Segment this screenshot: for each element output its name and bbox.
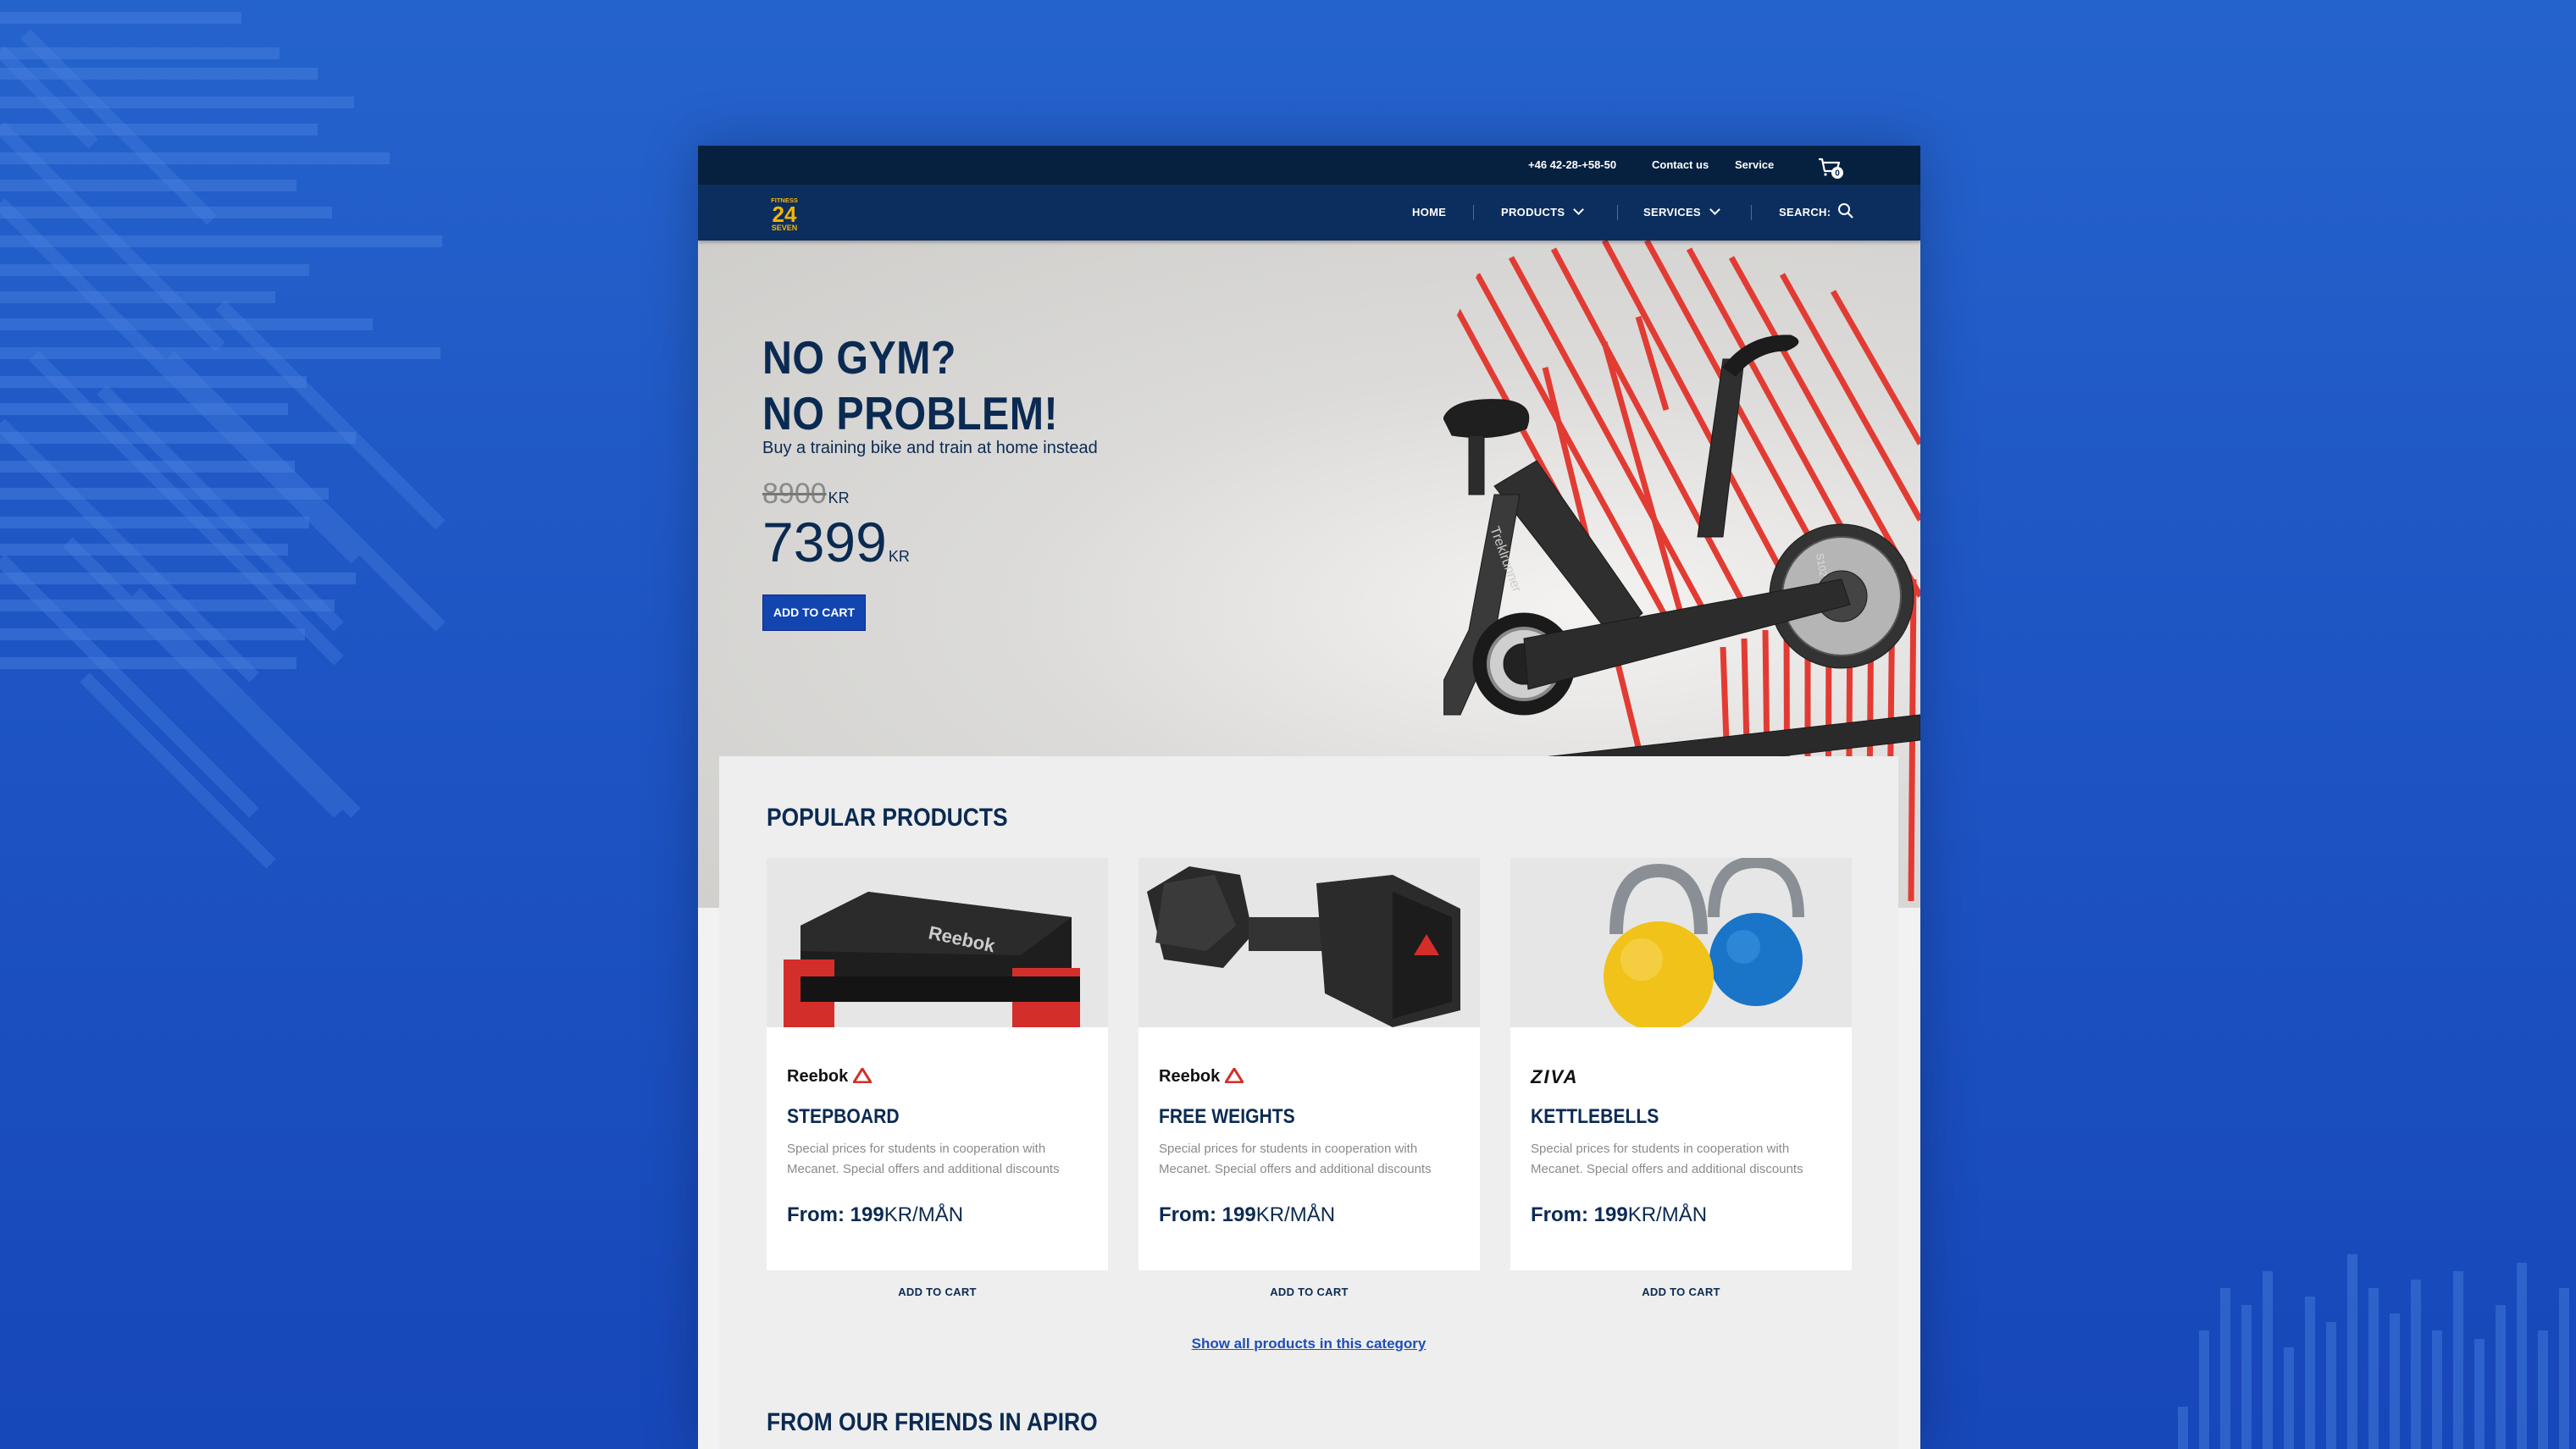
nav-divider (1473, 205, 1474, 220)
nav-services-label: SERVICES (1643, 206, 1701, 218)
show-all-products-text[interactable]: Show all products in this category (1192, 1336, 1426, 1352)
product-name: STEPBOARD (787, 1105, 900, 1128)
hero-title-line1: NO GYM? (762, 331, 956, 384)
old-price-value: 8900 (762, 478, 827, 510)
product-card[interactable]: ZIVA KETTLEBELLS Special prices for stud… (1510, 858, 1852, 1298)
product-name: FREE WEIGHTS (1159, 1105, 1295, 1128)
nav-home[interactable]: HOME (1412, 185, 1446, 241)
show-all-products-link: Show all products in this category (719, 1336, 1898, 1352)
nav-products-label: PRODUCTS (1501, 206, 1565, 218)
reebok-delta-icon (851, 1066, 873, 1084)
hero-add-to-cart-button[interactable]: ADD TO CART (762, 595, 866, 631)
logo-text-seven: SEVEN (772, 224, 798, 231)
old-price: 8900 KR (762, 478, 850, 511)
hero-title-line2: NO PROBLEM! (762, 387, 1059, 440)
hero-subtitle: Buy a training bike and train at home in… (762, 439, 1098, 457)
product-card[interactable]: Reebok Reebok STEPBOARD Special prices f… (767, 858, 1108, 1298)
nav-products[interactable]: PRODUCTS (1501, 185, 1585, 241)
section-title: POPULAR PRODUCTS (767, 804, 1008, 832)
chevron-down-icon (1573, 204, 1585, 215)
nav-services[interactable]: SERVICES (1643, 185, 1720, 241)
product-price-prefix: From: 199 (1159, 1203, 1256, 1226)
chevron-down-icon (1709, 204, 1720, 215)
background-bars-right (2178, 1254, 2569, 1449)
add-to-cart-link[interactable]: ADD TO CART (767, 1286, 1108, 1298)
product-price: From: 199KR/MÅN (787, 1203, 963, 1227)
hero-title: NO GYM? NO PROBLEM! (762, 329, 1284, 441)
top-utility-bar: +46 42-28-+58-50 Contact us Service 0 (698, 146, 1920, 185)
nav-divider (1751, 205, 1752, 220)
product-card-body: ZIVA KETTLEBELLS Special prices for stud… (1510, 1027, 1852, 1270)
nav-search-label: SEARCH: (1779, 206, 1831, 218)
product-image-free-weights (1138, 858, 1480, 1027)
product-image-stepboard: Reebok (767, 858, 1108, 1027)
background-stripes-left (0, 12, 446, 869)
product-description: Special prices for students in cooperati… (1531, 1142, 1803, 1176)
sale-price-currency: KR (888, 548, 910, 565)
phone-link[interactable]: +46 42-28-+58-50 (1528, 146, 1616, 185)
product-card-body: Reebok STEPBOARD Special prices for stud… (767, 1027, 1108, 1270)
add-to-cart-link[interactable]: ADD TO CART (1138, 1286, 1480, 1298)
product-description: Special prices for students in cooperati… (1159, 1142, 1432, 1176)
brand-name: Reebok (1159, 1067, 1221, 1086)
cart-count: 0 (1835, 169, 1840, 179)
friends-section-title: FROM OUR FRIENDS IN APIRO (767, 1408, 1098, 1436)
product-description: Special prices for students in cooperati… (787, 1142, 1060, 1176)
fitness24seven-logo[interactable]: FITNESS 24 SEVEN (764, 196, 805, 231)
service-link[interactable]: Service (1735, 146, 1774, 185)
brand-logo-reebok: Reebok (1159, 1066, 1245, 1088)
product-price-suffix: KR/MÅN (1255, 1203, 1336, 1226)
product-card[interactable]: Reebok FREE WEIGHTS Special prices for s… (1138, 858, 1480, 1298)
brand-logo-reebok: Reebok (787, 1066, 873, 1088)
website-frame: +46 42-28-+58-50 Contact us Service 0 FI… (698, 146, 1920, 1449)
nav-search[interactable]: SEARCH: (1779, 185, 1854, 241)
product-image-kettlebells (1510, 858, 1852, 1027)
popular-products-section: POPULAR PRODUCTS Reebok Reebok STEPBOARD… (719, 756, 1898, 1449)
product-name: KETTLEBELLS (1531, 1105, 1659, 1128)
brand-name: Reebok (787, 1067, 849, 1086)
contact-link[interactable]: Contact us (1652, 146, 1709, 185)
search-icon (1838, 203, 1854, 218)
product-price-suffix: KR/MÅN (884, 1203, 964, 1226)
product-price-suffix: KR/MÅN (1627, 1203, 1708, 1226)
cart-button[interactable]: 0 (1816, 154, 1843, 180)
sale-price: 7399 KR (762, 510, 910, 574)
cart-icon: 0 (1819, 158, 1843, 179)
product-price: From: 199KR/MÅN (1531, 1203, 1707, 1227)
nav-divider (1617, 205, 1618, 220)
old-price-currency: KR (828, 489, 850, 506)
product-price: From: 199KR/MÅN (1159, 1203, 1335, 1227)
product-price-prefix: From: 199 (787, 1203, 884, 1226)
product-price-prefix: From: 199 (1531, 1203, 1628, 1226)
main-navigation: FITNESS 24 SEVEN HOME PRODUCTS SERVICES … (698, 185, 1920, 241)
add-to-cart-link[interactable]: ADD TO CART (1510, 1286, 1852, 1298)
brand-logo-ziva: ZIVA (1531, 1066, 1579, 1087)
product-card-body: Reebok FREE WEIGHTS Special prices for s… (1138, 1027, 1480, 1270)
sale-price-value: 7399 (762, 511, 887, 573)
reebok-delta-icon (1223, 1066, 1245, 1084)
